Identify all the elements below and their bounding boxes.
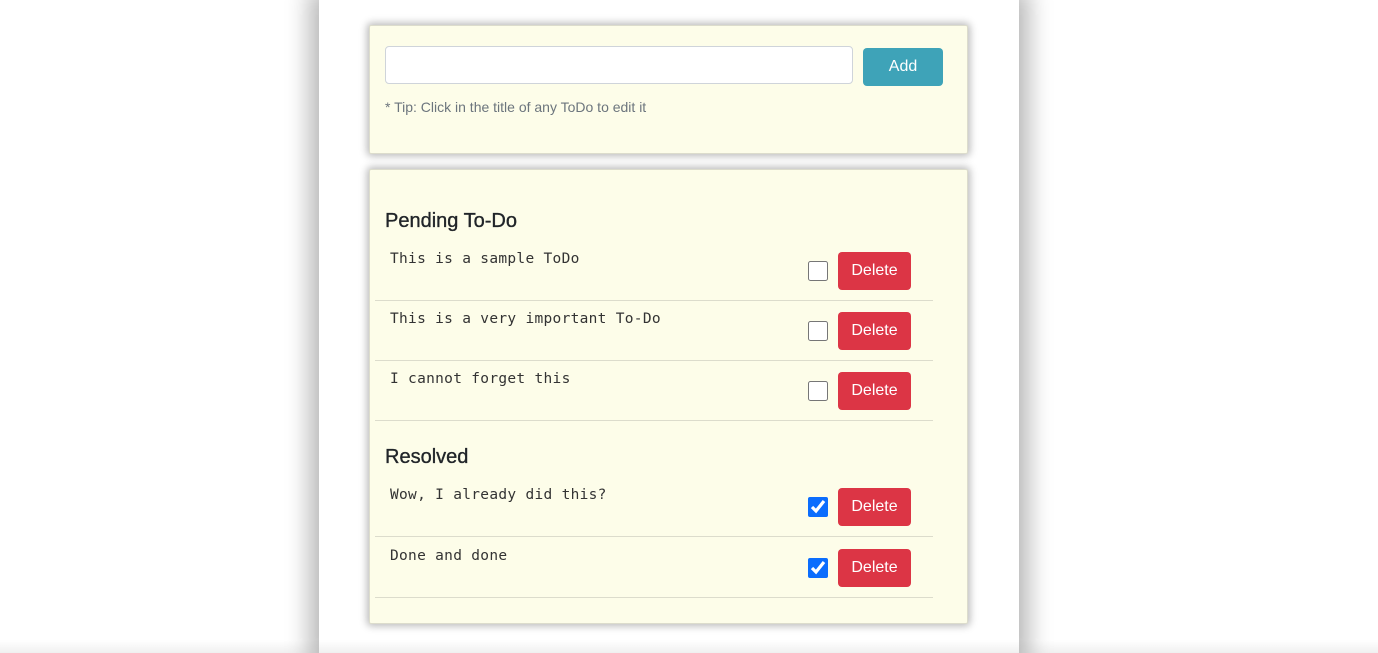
delete-button[interactable]: Delete: [838, 549, 911, 587]
todo-title[interactable]: I cannot forget this: [390, 371, 571, 387]
todo-done-checkbox[interactable]: [808, 558, 828, 578]
pending-heading: Pending To-Do: [385, 210, 517, 232]
todo-done-checkbox[interactable]: [808, 321, 828, 341]
new-todo-input[interactable]: [385, 46, 853, 84]
resolved-todo-row: Wow, I already did this? Delete: [375, 477, 933, 537]
todo-title[interactable]: Wow, I already did this?: [390, 487, 607, 503]
delete-button[interactable]: Delete: [838, 252, 911, 290]
add-button[interactable]: Add: [863, 48, 943, 86]
todo-list-card: Pending To-Do This is a sample ToDo Dele…: [369, 169, 968, 624]
pending-todo-row: This is a sample ToDo Delete: [375, 241, 933, 301]
todo-done-checkbox[interactable]: [808, 261, 828, 281]
todo-title[interactable]: Done and done: [390, 548, 507, 564]
delete-button[interactable]: Delete: [838, 372, 911, 410]
todo-done-checkbox[interactable]: [808, 381, 828, 401]
delete-button[interactable]: Delete: [838, 312, 911, 350]
add-todo-card: Add * Tip: Click in the title of any ToD…: [369, 25, 968, 154]
resolved-todo-row: Done and done Delete: [375, 538, 933, 598]
delete-button[interactable]: Delete: [838, 488, 911, 526]
pending-todo-row: I cannot forget this Delete: [375, 361, 933, 421]
resolved-heading: Resolved: [385, 446, 469, 468]
bottom-shade: [0, 640, 1378, 653]
edit-tip: * Tip: Click in the title of any ToDo to…: [385, 99, 647, 115]
todo-done-checkbox[interactable]: [808, 497, 828, 517]
todo-title[interactable]: This is a very important To-Do: [390, 311, 661, 327]
todo-title[interactable]: This is a sample ToDo: [390, 251, 580, 267]
pending-todo-row: This is a very important To-Do Delete: [375, 301, 933, 361]
